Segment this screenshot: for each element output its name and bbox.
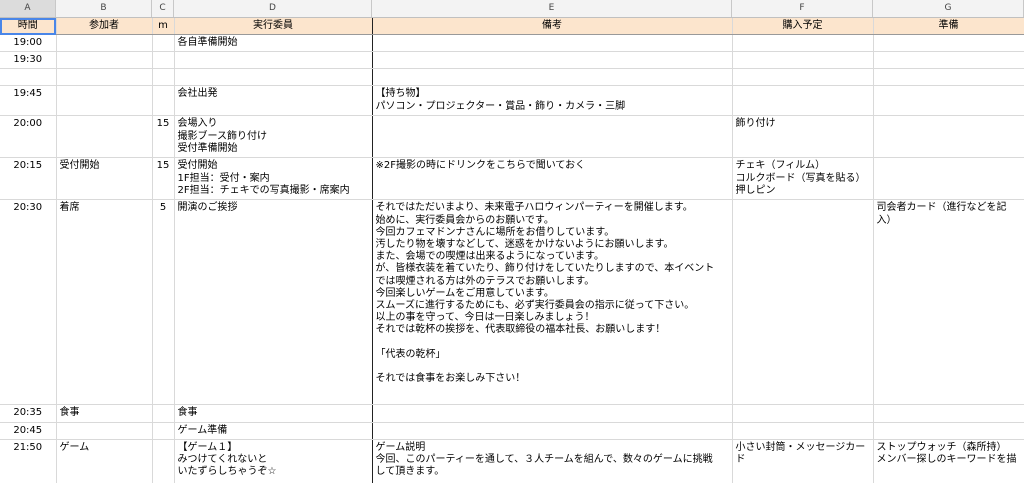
table-row: 20:15 受付開始 15 受付開始 1F担当：受付・案内 2F担当：チェキでの… xyxy=(0,157,1024,201)
cell-time[interactable]: 21:50 xyxy=(0,439,57,483)
column-header-a[interactable]: A xyxy=(0,0,56,17)
cell-prep[interactable] xyxy=(873,51,1024,70)
table-row: 21:50 ゲーム 【ゲーム１】 みつけてくれないと いたずらしちゃうぞ☆ ゲー… xyxy=(0,439,1024,483)
cell-time[interactable]: 20:35 xyxy=(0,404,57,423)
cell-prep[interactable] xyxy=(873,115,1024,159)
cell-purchase[interactable] xyxy=(732,404,874,423)
cell-committee[interactable]: 開演のご挨拶 xyxy=(173,199,373,406)
cell-purchase[interactable] xyxy=(732,199,874,406)
header-notes[interactable]: 備考 xyxy=(372,18,733,35)
cell-m[interactable] xyxy=(152,85,175,117)
header-participants[interactable]: 参加者 xyxy=(56,18,153,35)
header-prep[interactable]: 準備 xyxy=(873,18,1024,35)
cell-prep[interactable] xyxy=(873,68,1024,87)
column-header-b[interactable]: B xyxy=(56,0,152,17)
cell-prep[interactable] xyxy=(873,404,1024,423)
header-committee[interactable]: 実行委員 xyxy=(173,18,373,35)
cell-participants[interactable]: ゲーム xyxy=(56,439,153,483)
cell-participants[interactable]: 食事 xyxy=(56,404,153,423)
cell-notes[interactable] xyxy=(372,68,733,87)
cell-committee[interactable]: 受付開始 1F担当：受付・案内 2F担当：チェキでの写真撮影・席案内 xyxy=(173,157,373,201)
table-row: 20:45 ゲーム準備 xyxy=(0,422,1024,440)
cell-committee[interactable]: ゲーム準備 xyxy=(173,422,373,440)
cell-notes[interactable] xyxy=(372,422,733,440)
cell-notes[interactable]: 【持ち物】 パソコン・プロジェクター・賞品・飾り・カメラ・三脚 xyxy=(372,85,733,117)
table-row: 19:45 会社出発 【持ち物】 パソコン・プロジェクター・賞品・飾り・カメラ・… xyxy=(0,85,1024,117)
cell-purchase[interactable] xyxy=(732,85,874,117)
cell-purchase[interactable] xyxy=(732,51,874,70)
cell-time[interactable]: 20:15 xyxy=(0,157,57,201)
cell-participants[interactable] xyxy=(56,115,153,159)
cell-m[interactable]: 15 xyxy=(152,157,175,201)
cell-prep[interactable]: 司会者カード（進行などを記 入） xyxy=(873,199,1024,406)
header-row: 時間 参加者 m 実行委員 備考 購入予定 準備 xyxy=(0,18,1024,35)
header-time[interactable]: 時間 xyxy=(0,18,57,35)
cell-notes[interactable] xyxy=(372,115,733,159)
cell-purchase[interactable]: チェキ（フィルム） コルクボード（写真を貼る） 押しピン xyxy=(732,157,874,201)
cell-committee[interactable]: 会場入り 撮影ブース飾り付け 受付準備開始 xyxy=(173,115,373,159)
table-row: 20:00 15 会場入り 撮影ブース飾り付け 受付準備開始 飾り付け xyxy=(0,115,1024,159)
cell-purchase[interactable] xyxy=(732,34,874,53)
cell-notes[interactable] xyxy=(372,34,733,53)
cell-committee[interactable]: 各自準備開始 xyxy=(173,34,373,53)
column-header-g[interactable]: G xyxy=(873,0,1024,17)
cell-time[interactable]: 19:45 xyxy=(0,85,57,117)
cell-participants[interactable] xyxy=(56,51,153,70)
cell-committee[interactable]: 会社出発 xyxy=(173,85,373,117)
cell-participants[interactable]: 着席 xyxy=(56,199,153,406)
cell-notes[interactable]: ※2F撮影の時にドリンクをこちらで聞いておく xyxy=(372,157,733,201)
cell-committee[interactable] xyxy=(173,68,373,87)
cell-m[interactable] xyxy=(152,439,175,483)
schedule-table: 時間 参加者 m 実行委員 備考 購入予定 準備 19:00 各自準備開始 19… xyxy=(0,18,1024,483)
cell-notes[interactable] xyxy=(372,51,733,70)
column-header-e[interactable]: E xyxy=(372,0,732,17)
column-header-c[interactable]: C xyxy=(152,0,174,17)
cell-prep[interactable] xyxy=(873,85,1024,117)
cell-committee[interactable] xyxy=(173,51,373,70)
cell-prep[interactable] xyxy=(873,157,1024,201)
cell-time[interactable] xyxy=(0,68,57,87)
cell-m[interactable] xyxy=(152,68,175,87)
cell-time[interactable]: 19:30 xyxy=(0,51,57,70)
table-row xyxy=(0,68,1024,87)
header-purchase[interactable]: 購入予定 xyxy=(732,18,874,35)
cell-purchase[interactable]: 小さい封筒・メッセージカード xyxy=(732,439,874,483)
cell-participants[interactable] xyxy=(56,68,153,87)
cell-purchase[interactable] xyxy=(732,68,874,87)
cell-purchase[interactable] xyxy=(732,422,874,440)
cell-time[interactable]: 20:45 xyxy=(0,422,57,440)
cell-m[interactable] xyxy=(152,422,175,440)
cell-time[interactable]: 20:00 xyxy=(0,115,57,159)
cell-prep[interactable] xyxy=(873,422,1024,440)
header-m[interactable]: m xyxy=(152,18,175,35)
cell-notes[interactable]: ゲーム説明 今回、このパーティーを通して、３人チームを組んで、数々のゲームに挑戦… xyxy=(372,439,733,483)
cell-prep[interactable] xyxy=(873,34,1024,53)
column-header-d[interactable]: D xyxy=(174,0,372,17)
cell-notes[interactable] xyxy=(372,404,733,423)
column-header-f[interactable]: F xyxy=(732,0,873,17)
cell-m[interactable]: 5 xyxy=(152,199,175,406)
cell-participants[interactable] xyxy=(56,85,153,117)
table-row: 20:30 着席 5 開演のご挨拶 それではただいまより、未来電子ハロウィンパー… xyxy=(0,199,1024,406)
cell-prep[interactable]: ストップウォッチ（森所持） メンバー探しのキーワードを描 xyxy=(873,439,1024,483)
spreadsheet: A B C D E F G 時間 参加者 m 実行委員 備考 購入予定 準備 1… xyxy=(0,0,1024,483)
cell-m[interactable]: 15 xyxy=(152,115,175,159)
cell-purchase[interactable]: 飾り付け xyxy=(732,115,874,159)
cell-committee[interactable]: 【ゲーム１】 みつけてくれないと いたずらしちゃうぞ☆ xyxy=(173,439,373,483)
table-row: 19:00 各自準備開始 xyxy=(0,34,1024,53)
table-row: 19:30 xyxy=(0,51,1024,70)
cell-participants[interactable] xyxy=(56,422,153,440)
cell-participants[interactable]: 受付開始 xyxy=(56,157,153,201)
cell-committee[interactable]: 食事 xyxy=(173,404,373,423)
cell-notes[interactable]: それではただいまより、未来電子ハロウィンパーティーを開催します。 始めに、実行委… xyxy=(372,199,733,406)
cell-time[interactable]: 20:30 xyxy=(0,199,57,406)
cell-m[interactable] xyxy=(152,404,175,423)
cell-m[interactable] xyxy=(152,51,175,70)
cell-m[interactable] xyxy=(152,34,175,53)
column-header-bar: A B C D E F G xyxy=(0,0,1024,18)
table-row: 20:35 食事 食事 xyxy=(0,404,1024,423)
cell-participants[interactable] xyxy=(56,34,153,53)
cell-time[interactable]: 19:00 xyxy=(0,34,57,53)
